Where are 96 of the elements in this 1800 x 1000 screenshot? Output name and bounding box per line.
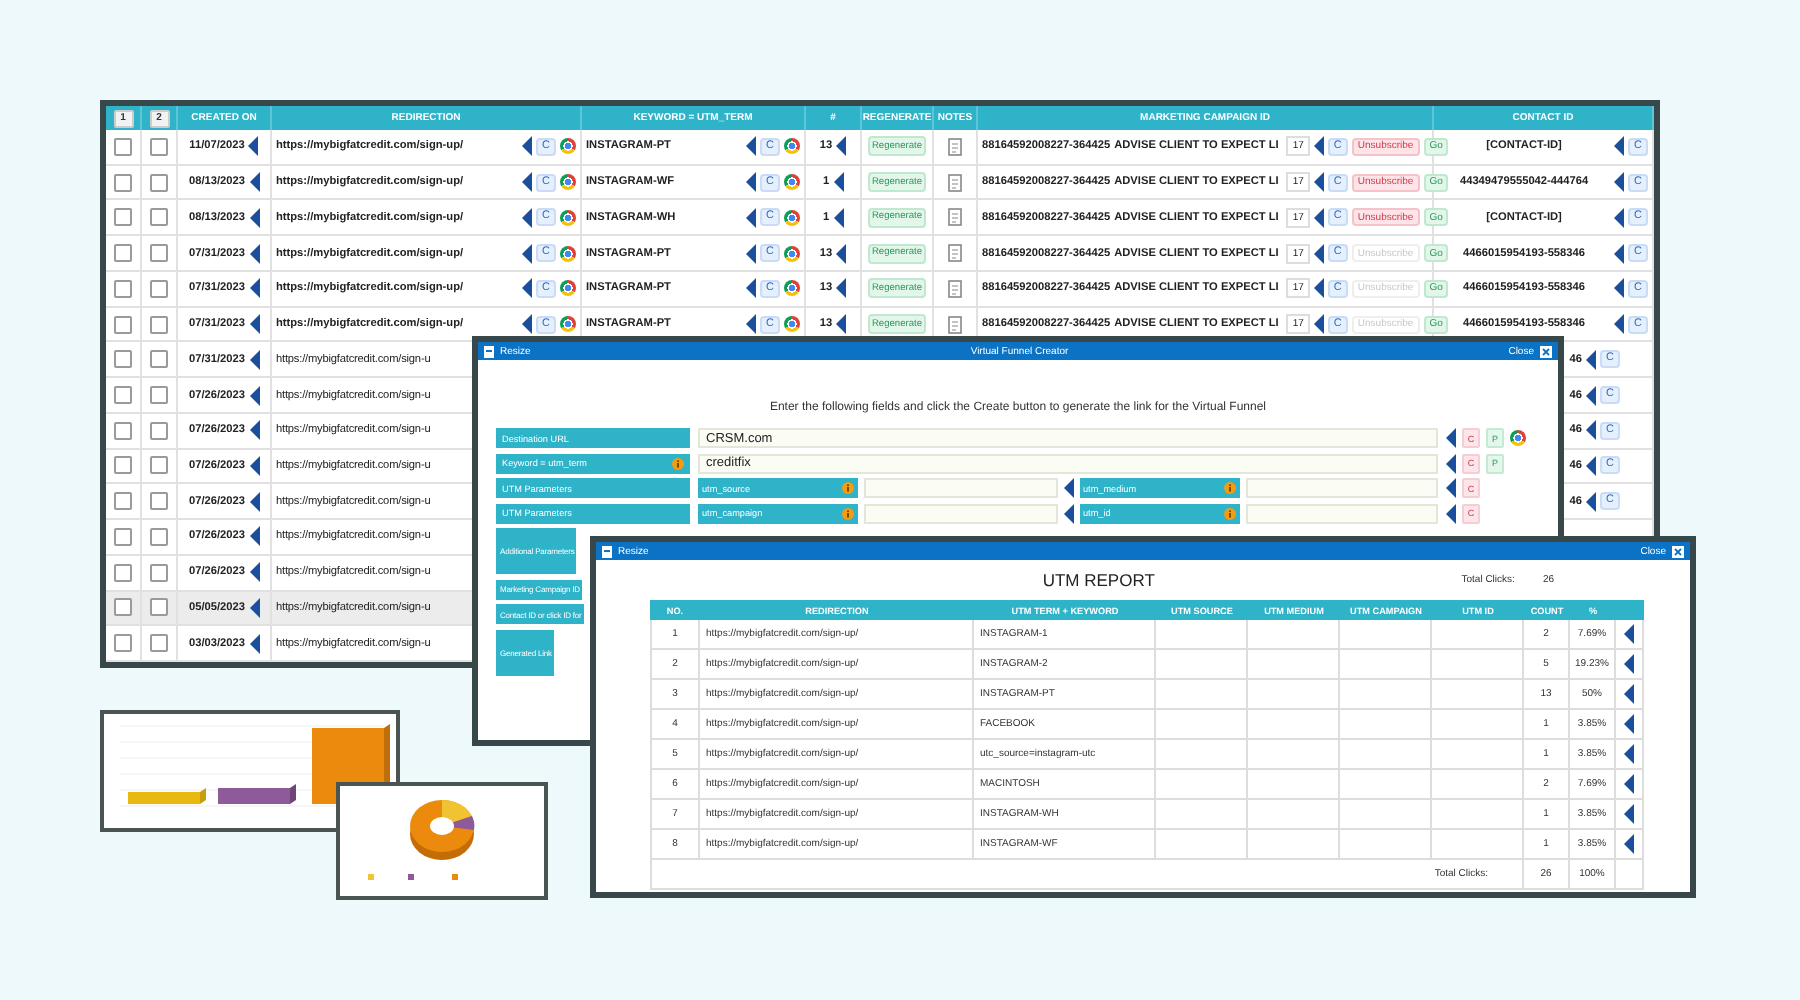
left-triangle-icon[interactable] [1586, 349, 1597, 370]
checkbox[interactable] [114, 527, 132, 546]
left-triangle-icon[interactable] [833, 172, 844, 193]
checkbox[interactable] [150, 456, 168, 475]
left-triangle-icon[interactable] [746, 172, 757, 193]
browser-icon[interactable] [1510, 430, 1526, 446]
table-cell [1248, 650, 1340, 680]
checkbox[interactable] [150, 350, 168, 369]
info-icon[interactable] [672, 457, 684, 469]
left-triangle-icon[interactable] [1586, 385, 1597, 405]
close-icon[interactable] [1672, 545, 1684, 557]
info-icon[interactable] [842, 482, 854, 494]
left-triangle-icon[interactable] [1586, 491, 1597, 512]
table-cell [1340, 800, 1432, 830]
left-triangle-icon[interactable] [249, 597, 259, 618]
table-cell [1248, 800, 1340, 830]
left-triangle-icon[interactable] [1614, 207, 1625, 228]
left-triangle-icon[interactable] [522, 136, 533, 157]
checkbox[interactable] [150, 527, 168, 546]
left-triangle-icon[interactable] [249, 526, 259, 547]
left-triangle-icon[interactable] [1313, 172, 1324, 193]
browser-icon[interactable] [560, 174, 576, 191]
table-cell [1248, 680, 1340, 710]
checkbox[interactable] [150, 421, 168, 440]
left-triangle-icon[interactable] [249, 562, 259, 583]
checkbox[interactable] [150, 634, 168, 653]
table-cell [1340, 740, 1432, 770]
note-icon[interactable] [947, 173, 963, 192]
left-triangle-icon[interactable] [1313, 207, 1324, 228]
checkbox[interactable] [150, 173, 168, 192]
left-triangle-icon[interactable] [248, 136, 259, 157]
checkbox[interactable] [150, 208, 168, 227]
close-icon[interactable] [1540, 345, 1552, 357]
checkbox[interactable] [114, 456, 132, 475]
input-field[interactable] [864, 478, 1057, 498]
table-cell [1248, 830, 1340, 860]
left-triangle-icon[interactable] [1586, 455, 1597, 476]
left-triangle-icon[interactable] [833, 207, 844, 228]
info-icon[interactable] [1223, 507, 1235, 519]
info-icon[interactable] [1223, 482, 1235, 494]
checkbox[interactable] [114, 350, 132, 369]
input-field[interactable] [864, 503, 1057, 523]
note-icon[interactable] [947, 137, 963, 156]
left-triangle-icon[interactable] [522, 207, 533, 228]
browser-icon[interactable] [784, 138, 800, 155]
checkbox[interactable] [114, 421, 132, 440]
left-triangle-icon[interactable] [1313, 136, 1324, 157]
checkbox[interactable] [114, 563, 132, 582]
checkbox[interactable] [150, 137, 168, 156]
left-triangle-icon[interactable] [249, 385, 259, 405]
table-cell [1340, 620, 1432, 650]
table-cell [1340, 680, 1432, 710]
left-triangle-icon[interactable] [746, 136, 757, 157]
table-cell [1248, 710, 1340, 740]
table-cell [1340, 830, 1432, 860]
left-triangle-icon[interactable] [249, 207, 259, 228]
left-triangle-icon[interactable] [1614, 172, 1625, 193]
checkbox[interactable] [114, 492, 132, 511]
report-title: UTM REPORT [1040, 570, 1157, 590]
left-triangle-icon[interactable] [249, 172, 259, 193]
checkbox[interactable] [114, 634, 132, 653]
left-triangle-icon[interactable] [249, 349, 259, 370]
left-triangle-icon[interactable] [249, 633, 259, 654]
checkbox[interactable] [150, 598, 168, 617]
table-cell [1340, 710, 1432, 740]
checkbox[interactable] [150, 563, 168, 582]
input-field[interactable] [1245, 503, 1438, 523]
left-triangle-icon[interactable] [522, 172, 533, 193]
left-triangle-icon[interactable] [249, 420, 259, 441]
info-icon[interactable] [842, 507, 854, 519]
browser-icon[interactable] [560, 209, 576, 226]
table-cell [1340, 770, 1432, 800]
left-triangle-icon[interactable] [1614, 136, 1625, 157]
browser-icon[interactable] [560, 138, 576, 155]
note-icon[interactable] [947, 208, 963, 227]
input-field[interactable] [1245, 478, 1438, 498]
checkbox[interactable] [150, 492, 168, 511]
checkbox[interactable] [114, 598, 132, 617]
browser-icon[interactable] [784, 209, 800, 226]
left-triangle-icon[interactable] [746, 207, 757, 228]
table-cell [1248, 740, 1340, 770]
checkbox[interactable] [114, 208, 132, 227]
table-cell [1248, 620, 1340, 650]
checkbox[interactable] [114, 173, 132, 192]
checkbox[interactable] [114, 386, 132, 404]
left-triangle-icon[interactable] [249, 491, 259, 512]
table-cell [1248, 770, 1340, 800]
browser-icon[interactable] [784, 174, 800, 191]
resize-icon[interactable] [484, 345, 494, 357]
left-triangle-icon[interactable] [249, 455, 259, 476]
checkbox[interactable] [114, 137, 132, 156]
left-triangle-icon[interactable] [1586, 420, 1597, 441]
table-cell [1340, 650, 1432, 680]
checkbox[interactable] [150, 386, 168, 404]
resize-icon[interactable] [602, 545, 612, 557]
left-triangle-icon[interactable] [836, 136, 847, 157]
